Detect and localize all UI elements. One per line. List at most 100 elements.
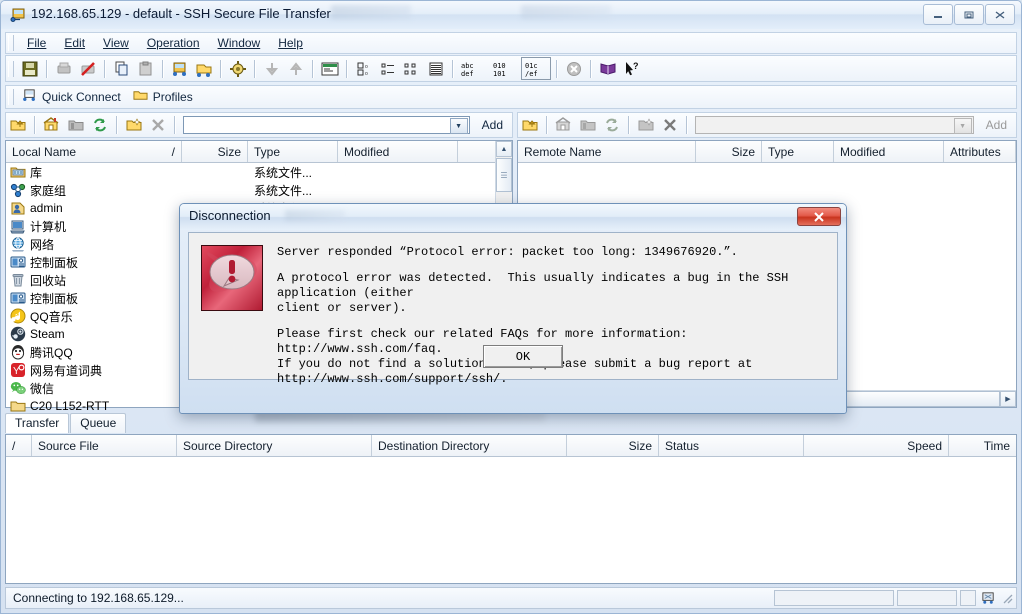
qq-music-icon — [10, 308, 26, 324]
local-path-input[interactable]: ▼ — [183, 116, 470, 134]
help-book-icon[interactable] — [597, 58, 619, 79]
column-header-local-name[interactable]: Local Name / — [6, 141, 182, 162]
new-folder-icon[interactable] — [123, 115, 145, 136]
remote-path-input[interactable]: ▼ — [695, 116, 974, 134]
column-header-remote-name[interactable]: Remote Name — [518, 141, 696, 162]
remote-column-headers: Remote Name Size Type Modified Attribute… — [518, 141, 1016, 163]
refresh-icon — [601, 115, 623, 136]
up-folder-icon[interactable] — [7, 115, 29, 136]
menu-item-window[interactable]: Window — [209, 34, 270, 52]
quick-connect-button[interactable]: Quick Connect — [18, 86, 129, 108]
resize-grip[interactable] — [1001, 592, 1013, 604]
quick-connect-label: Quick Connect — [42, 90, 121, 104]
menu-item-view[interactable]: View — [94, 34, 138, 52]
column-header-status[interactable]: Status — [659, 435, 804, 456]
folder-tree-icon[interactable] — [65, 115, 87, 136]
toolbar-separator — [452, 59, 454, 78]
column-header-source-directory[interactable]: Source Directory — [177, 435, 372, 456]
copy-icon[interactable] — [111, 58, 133, 79]
ok-button[interactable]: OK — [483, 345, 563, 368]
save-icon[interactable] — [19, 58, 41, 79]
local-add-button[interactable]: Add — [473, 116, 512, 134]
column-header-type[interactable]: Type — [762, 141, 834, 162]
svg-text:def: def — [461, 70, 474, 78]
status-message: Connecting to 192.168.65.129... — [13, 591, 184, 605]
column-header-attributes[interactable]: Attributes — [944, 141, 1016, 162]
chevron-down-icon[interactable]: ▼ — [953, 118, 972, 134]
column-header-modified[interactable]: Modified — [338, 141, 458, 162]
view-list-icon[interactable] — [401, 58, 423, 79]
dialog-body: Server responded “Protocol error: packet… — [188, 232, 838, 386]
local-column-headers: Local Name / Size Type Modified — [6, 141, 512, 163]
restore-button[interactable] — [954, 4, 984, 25]
column-header-destination-directory[interactable]: Destination Directory — [372, 435, 567, 456]
application-window: 192.168.65.129 - default - SSH Secure Fi… — [0, 0, 1022, 614]
status-bar: Connecting to 192.168.65.129... — [5, 587, 1017, 609]
tencent-qq-icon — [10, 344, 26, 360]
file-name-cell: 计算机 — [6, 218, 182, 235]
view-small-icons-icon[interactable] — [377, 58, 399, 79]
remote-add-button[interactable]: Add — [977, 116, 1016, 134]
window-controls — [923, 4, 1015, 25]
minimize-button[interactable] — [923, 4, 953, 25]
svg-text:010: 010 — [493, 62, 506, 70]
file-name-cell: 控制面板 — [6, 254, 182, 271]
chevron-down-icon[interactable]: ▼ — [449, 118, 468, 134]
file-name-cell: 网络 — [6, 236, 182, 253]
svg-text:abc: abc — [461, 62, 474, 70]
home-folder-icon[interactable] — [41, 115, 63, 136]
window-title: 192.168.65.129 - default - SSH Secure Fi… — [31, 6, 331, 21]
table-row[interactable]: 库 系统文件... — [6, 163, 512, 181]
menu-drag-handle[interactable] — [8, 35, 14, 51]
tab-queue[interactable]: Queue — [70, 413, 127, 433]
column-header-size[interactable]: Size — [182, 141, 248, 162]
title-bar: 192.168.65.129 - default - SSH Secure Fi… — [1, 1, 1021, 29]
library-icon — [10, 164, 26, 180]
close-button[interactable] — [985, 4, 1015, 25]
stop-icon — [563, 58, 585, 79]
connect-icon[interactable] — [169, 58, 191, 79]
column-header-sort[interactable]: / — [6, 435, 32, 456]
connectbar-drag-handle[interactable] — [8, 89, 14, 105]
menu-item-operation[interactable]: Operation — [138, 34, 209, 52]
new-terminal-icon[interactable] — [319, 58, 341, 79]
menu-item-help[interactable]: Help — [269, 34, 312, 52]
user-folder-icon — [10, 200, 26, 216]
column-header-speed[interactable]: Speed — [804, 435, 949, 456]
auto-transfer-icon[interactable]: 01c/ef — [521, 57, 551, 80]
column-header-time[interactable]: Time — [949, 435, 1016, 456]
toolbar-drag-handle[interactable] — [8, 60, 14, 77]
column-header-size[interactable]: Size — [696, 141, 762, 162]
ascii-transfer-icon[interactable]: abc def — [459, 58, 489, 79]
remote-nav-bar: ▼ Add — [517, 112, 1017, 138]
refresh-icon[interactable] — [89, 115, 111, 136]
table-row[interactable]: 家庭组 系统文件... — [6, 181, 512, 199]
view-large-icons-icon[interactable]: oo — [353, 58, 375, 79]
delete-icon — [147, 115, 169, 136]
connection-status-icon[interactable] — [979, 590, 997, 606]
profiles-button[interactable]: Profiles — [129, 86, 201, 108]
scroll-right-icon[interactable]: ▶ — [1000, 391, 1016, 407]
column-header-type[interactable]: Type — [248, 141, 338, 162]
context-help-icon[interactable]: ? — [621, 58, 643, 79]
tab-transfer[interactable]: Transfer — [5, 413, 70, 433]
settings-icon[interactable] — [227, 58, 249, 79]
column-header-modified[interactable]: Modified — [834, 141, 944, 162]
up-folder-icon[interactable] — [519, 115, 541, 136]
menu-item-file[interactable]: File — [18, 34, 55, 52]
toolbar-separator — [556, 59, 558, 78]
menu-item-edit[interactable]: Edit — [55, 34, 94, 52]
dialog-close-button[interactable] — [797, 207, 841, 226]
scroll-up-icon[interactable]: ▲ — [496, 141, 512, 157]
binary-transfer-icon[interactable]: 010 101 — [491, 58, 519, 79]
nav-separator — [686, 116, 688, 134]
column-header-size[interactable]: Size — [567, 435, 659, 456]
view-details-icon[interactable] — [425, 58, 447, 79]
disconnect-icon[interactable] — [193, 58, 215, 79]
scrollbar-thumb[interactable]: ☰ — [496, 158, 512, 192]
transfer-column-headers: / Source File Source Directory Destinati… — [6, 435, 1016, 457]
wechat-icon — [10, 380, 26, 396]
menu-bar: File Edit View Operation Window Help — [5, 32, 1017, 54]
column-header-source-file[interactable]: Source File — [32, 435, 177, 456]
profiles-folder-icon — [133, 88, 148, 106]
